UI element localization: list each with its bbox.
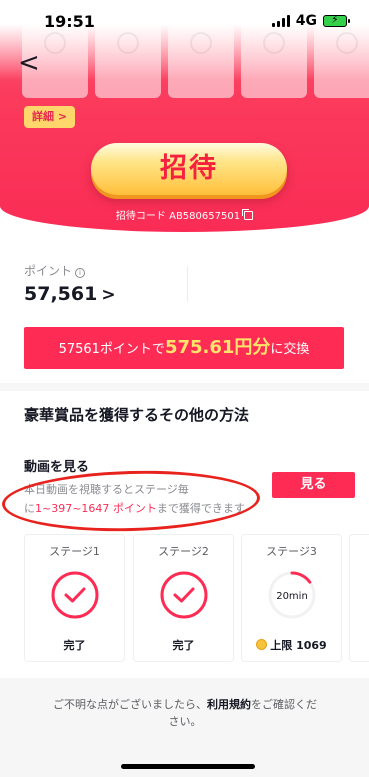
section-divider [0, 383, 369, 391]
footer-text-prefix: ご不明な点がございましたら、 [53, 698, 207, 711]
points-divider [187, 266, 188, 302]
points-balance[interactable]: 57,561 > [24, 283, 116, 305]
stage-status: 上限 1069 [270, 639, 327, 652]
info-icon[interactable]: i [75, 268, 86, 278]
footer-text: ご不明な点がございましたら、利用規約をご確認ください。 [50, 696, 320, 730]
stage-timer: 20min [276, 591, 308, 602]
signal-icon [271, 15, 290, 27]
invite-button[interactable]: 招待 [91, 143, 287, 195]
stage-card-4-partial [349, 534, 369, 662]
stage-card-2: ステージ2 完了 [133, 534, 234, 662]
back-icon[interactable]: < [18, 50, 46, 78]
stage-card-3: ステージ3 20min 上限 1069 [241, 534, 342, 662]
video-task-title: 動画を見る [24, 460, 90, 475]
watch-button[interactable]: 見る [272, 472, 355, 498]
copy-icon[interactable] [242, 209, 254, 220]
exchange-amount: 575.61円分 [164, 337, 271, 358]
check-circle-icon [51, 571, 99, 619]
invite-code[interactable]: 招待コード AB580657501 [0, 207, 369, 222]
status-indicators: 4G ⚡ [271, 13, 350, 29]
terms-link[interactable]: 利用規約 [207, 698, 251, 711]
stage-status: 完了 [172, 639, 195, 652]
battery-icon: ⚡ [323, 13, 350, 27]
stage-limit: 上限 1069 [242, 637, 341, 653]
invite-code-text: 招待コード AB580657501 [115, 211, 241, 222]
home-indicator [121, 764, 255, 769]
chevron-right-icon: > [101, 285, 116, 305]
details-button[interactable]: 詳細 > [24, 106, 76, 128]
invite-button-label: 招待 [160, 153, 218, 184]
stage-label: ステージ1 [49, 545, 100, 558]
progress-ring: 20min [268, 571, 316, 619]
stage-label: ステージ3 [266, 545, 317, 558]
annotation-circle [1, 467, 261, 535]
stage-label: ステージ2 [158, 545, 209, 558]
coin-icon [256, 639, 268, 650]
other-ways-title: 豪華賞品を獲得するその他の方法 [24, 406, 250, 424]
network-type: 4G [295, 13, 317, 29]
status-time: 19:51 [44, 12, 95, 31]
footer: ご不明な点がございましたら、利用規約をご確認ください。 [0, 678, 369, 777]
points-value: 57,561 [24, 283, 98, 305]
check-circle-icon [160, 571, 208, 619]
exchange-button[interactable]: 57561ポイントで575.61円分に交換 [24, 327, 344, 369]
status-bar: 19:51 4G ⚡ [0, 0, 369, 44]
points-label-row: ポイント i [24, 262, 86, 279]
stage-card-1: ステージ1 完了 [24, 534, 125, 662]
exchange-prefix: 57561ポイントで [58, 342, 165, 357]
stage-status: 完了 [63, 639, 86, 652]
points-label: ポイント [24, 264, 73, 278]
exchange-suffix: に交換 [270, 342, 310, 357]
